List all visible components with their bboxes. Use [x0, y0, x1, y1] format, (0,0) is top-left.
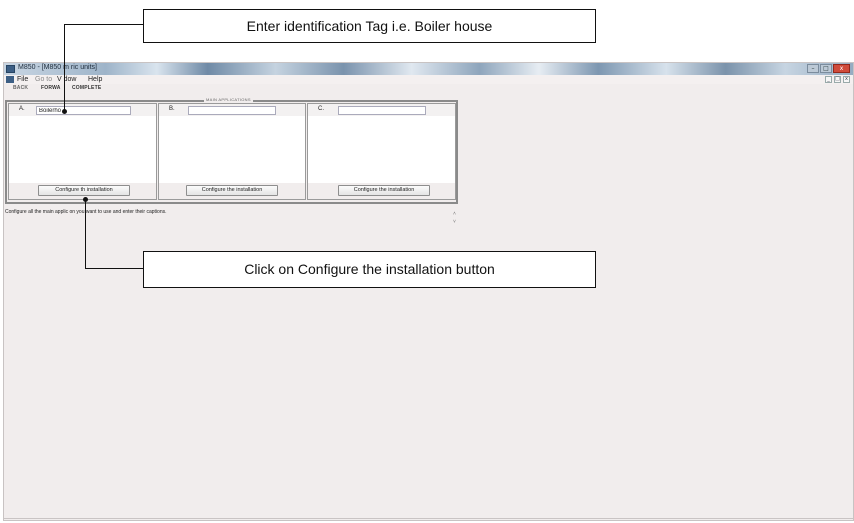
mdi-close-button[interactable]: x	[843, 76, 850, 83]
window-controls: – □ x	[807, 64, 850, 73]
mdi-restore-button[interactable]: □	[834, 76, 841, 83]
menu-go-to[interactable]: Go to	[35, 75, 52, 84]
callout-connector	[85, 199, 86, 269]
panel-header: A.	[9, 104, 156, 116]
mdi-controls: _ □ x	[825, 76, 850, 83]
panel-header: C.	[308, 104, 455, 116]
scroll-down-icon[interactable]: ˅	[453, 218, 456, 226]
application-tag-input[interactable]	[338, 106, 426, 115]
panel-letter: C.	[318, 106, 324, 112]
callout-connector	[64, 24, 65, 111]
application-tag-input[interactable]	[188, 106, 276, 115]
callout-pointer-dot	[62, 109, 67, 114]
menu-bar: File Go to V dow Help _ □ x	[4, 75, 853, 84]
scroll-up-icon[interactable]: ˄	[453, 210, 456, 218]
minimize-button[interactable]: –	[807, 64, 819, 73]
panel-footer: Configure th installation	[9, 183, 156, 199]
close-button[interactable]: x	[833, 64, 850, 73]
configure-installation-button[interactable]: Configure the installation	[338, 185, 430, 196]
callout-connector	[64, 24, 143, 25]
callout-pointer-dot	[83, 197, 88, 202]
menu-file[interactable]: File	[17, 75, 28, 84]
panel-header: B.	[159, 104, 305, 116]
title-bar[interactable]: M850 - [M850 m ric units] – □ x	[4, 63, 853, 75]
panel-letter: A.	[19, 106, 25, 112]
forward-button[interactable]: FORWA	[41, 84, 61, 92]
menu-window[interactable]: V dow	[57, 75, 76, 84]
document-icon	[6, 76, 14, 83]
status-scroll[interactable]: ˄ ˅	[453, 210, 456, 226]
application-panel-a: A. Configure th installation	[8, 103, 157, 200]
callout-configure-button: Click on Configure the installation butt…	[143, 251, 596, 288]
back-button[interactable]: BACK	[13, 84, 28, 92]
main-applications-frame: MAIN APPLICATIONS A. Configure th instal…	[5, 97, 458, 204]
configure-installation-button[interactable]: Configure the installation	[186, 185, 278, 196]
application-panel-c: C. Configure the installation	[307, 103, 456, 200]
panel-footer: Configure the installation	[308, 183, 455, 199]
application-window: M850 - [M850 m ric units] – □ x File Go …	[3, 62, 854, 521]
callout-enter-tag: Enter identification Tag i.e. Boiler hou…	[143, 9, 596, 43]
nav-toolbar: BACK FORWA COMPLETE	[4, 84, 853, 92]
application-tag-input[interactable]	[36, 106, 131, 115]
app-icon	[6, 65, 15, 73]
callout-connector	[85, 268, 143, 269]
window-title: M850 - [M850 m ric units]	[18, 64, 97, 71]
panel-footer: Configure the installation	[159, 183, 305, 199]
maximize-button[interactable]: □	[820, 64, 832, 73]
complete-button[interactable]: COMPLETE	[72, 84, 101, 92]
configure-installation-button[interactable]: Configure th installation	[38, 185, 130, 196]
window-bottom-edge	[3, 518, 854, 519]
panel-letter: B.	[169, 106, 175, 112]
application-panel-b: B. Configure the installation	[158, 103, 306, 200]
mdi-minimize-button[interactable]: _	[825, 76, 832, 83]
menu-help[interactable]: Help	[88, 75, 102, 84]
